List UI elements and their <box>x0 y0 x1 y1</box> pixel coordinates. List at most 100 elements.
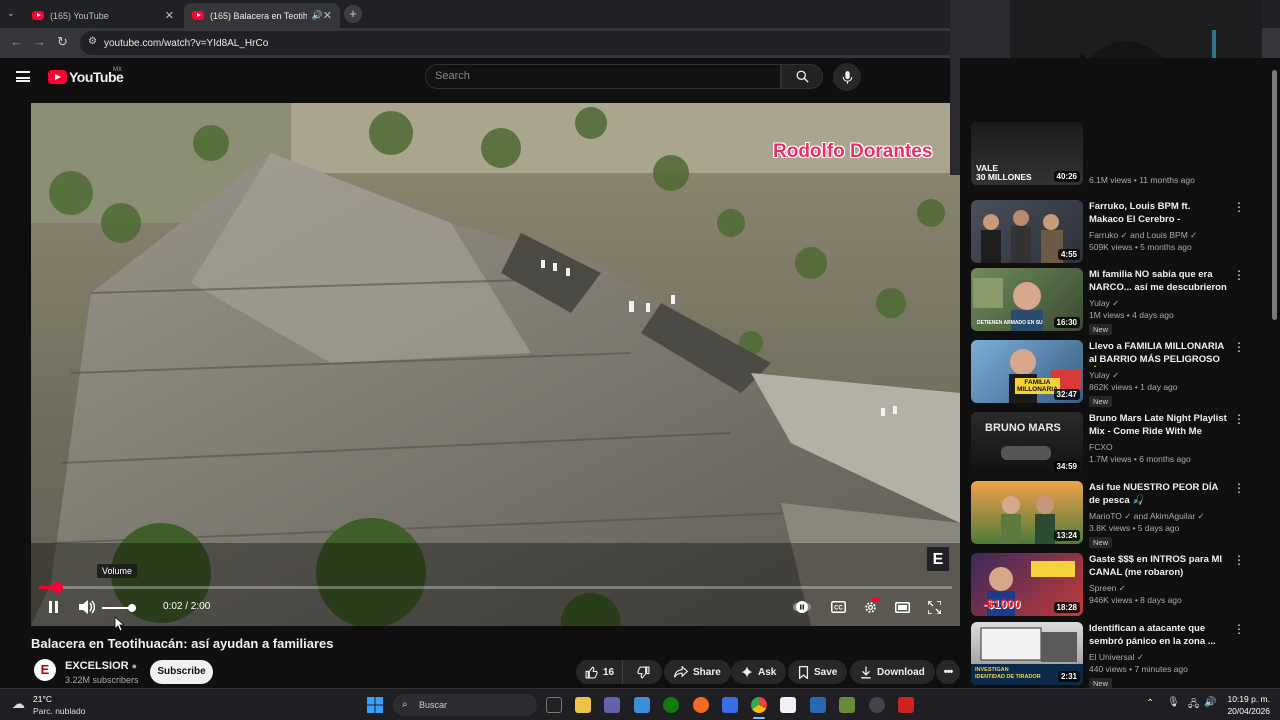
recommendation-item[interactable]: 4:55 Farruko, Louis BPM ft. Makaco El Ce… <box>971 200 1271 266</box>
recommendation-item[interactable]: 13:24 Así fue NUESTRO PEOR DÍA de pesca … <box>971 481 1271 548</box>
subscriber-count: 3.22M subscribers <box>65 675 139 685</box>
video-thumbnail[interactable]: DETIENEN ARMADO EN SU 16:30 <box>971 268 1083 331</box>
app-icon[interactable] <box>869 697 885 713</box>
channel-name[interactable]: FCXO <box>1089 442 1113 452</box>
chrome-icon[interactable] <box>751 697 767 713</box>
reload-icon[interactable]: ↻ <box>57 34 68 50</box>
video-thumbnail[interactable]: INVESTIGAN IDENTIDAD DE TIRADOR 2:31 <box>971 622 1083 685</box>
microphone-icon[interactable]: 🎙 <box>1167 697 1180 708</box>
weather-cloud-icon: ☁ <box>12 696 25 711</box>
file-explorer-icon[interactable] <box>575 697 591 713</box>
photos-icon[interactable] <box>634 697 650 713</box>
more-vertical-icon[interactable]: ⋮ <box>1233 413 1245 425</box>
tab-search-icon[interactable]: ⌄ <box>7 8 15 19</box>
subtitles-button[interactable]: CC <box>830 600 847 614</box>
channel-name[interactable]: MarioTO ✓ and AkimAguilar ✓ <box>1089 511 1205 522</box>
channel-avatar[interactable]: E <box>34 659 56 681</box>
more-actions-button[interactable]: ••• <box>936 660 960 684</box>
theater-mode-button[interactable] <box>894 600 911 614</box>
new-tab-button[interactable]: + <box>344 5 362 23</box>
channel-name[interactable]: Yulay ✓ <box>1089 298 1119 309</box>
more-vertical-icon[interactable]: ⋮ <box>1233 482 1245 494</box>
more-vertical-icon[interactable]: ⋮ <box>1233 623 1245 635</box>
site-info-icon[interactable]: ⚙ <box>88 36 97 47</box>
save-button[interactable]: Save <box>788 660 848 684</box>
dislike-button[interactable] <box>628 666 659 679</box>
windows-start-icon[interactable] <box>367 697 383 713</box>
app-icon[interactable] <box>722 697 738 713</box>
tab-current-video[interactable]: (165) Balacera en Teotihuac 🔊 ✕ <box>184 3 340 28</box>
recommendation-item[interactable]: INVESTIGAN IDENTIDAD DE TIRADOR 2:31 Ide… <box>971 622 1271 688</box>
teams-icon[interactable] <box>604 697 620 713</box>
channel-name[interactable]: El Universal ✓ <box>1089 652 1144 663</box>
system-clock[interactable]: 10:19 p. m. 20/04/2026 <box>1222 693 1270 717</box>
sidebar-scrollbar[interactable] <box>1272 70 1277 320</box>
ask-button[interactable]: Ask <box>731 660 787 684</box>
close-tab-icon[interactable]: ✕ <box>165 9 174 22</box>
recommendation-item[interactable]: BRUNO MARS 34:59 Bruno Mars Late Night P… <box>971 412 1271 478</box>
clock-time: 10:19 p. m. <box>1227 694 1270 704</box>
recommendation-item[interactable]: VALE 30 MILLONES 40:26 6.1M views • 11 m… <box>971 122 1271 188</box>
video-thumbnail[interactable]: -$1000 18:28 <box>971 553 1083 616</box>
more-vertical-icon[interactable]: ⋮ <box>1233 341 1245 353</box>
speaker-icon[interactable]: 🔊 <box>312 10 323 21</box>
close-tab-icon[interactable]: ✕ <box>323 9 332 22</box>
epic-games-icon[interactable] <box>546 697 562 713</box>
download-button[interactable]: Download <box>850 660 935 684</box>
channel-name[interactable]: Yulay ✓ <box>1089 370 1119 381</box>
youtube-logo[interactable]: YouTube MX <box>48 67 124 85</box>
forward-icon[interactable]: → <box>33 34 46 49</box>
new-badge: New <box>1089 678 1113 688</box>
settings-button[interactable] <box>862 597 880 615</box>
video-thumbnail[interactable]: 4:55 <box>971 200 1083 263</box>
mouse-cursor-icon <box>114 617 124 632</box>
volume-slider-knob[interactable] <box>128 604 136 612</box>
more-vertical-icon[interactable]: ⋮ <box>1233 269 1245 281</box>
menu-icon[interactable] <box>16 71 30 82</box>
more-vertical-icon[interactable]: ⋮ <box>1233 554 1245 566</box>
channel-name[interactable]: EXCELSIOR ● <box>65 660 137 672</box>
video-thumbnail[interactable]: BRUNO MARS 34:59 <box>971 412 1083 475</box>
mute-button[interactable] <box>78 599 96 615</box>
video-thumbnail[interactable]: 13:24 <box>971 481 1083 544</box>
subscribe-button[interactable]: Subscribe <box>150 660 213 684</box>
more-vertical-icon[interactable]: ⋮ <box>1233 201 1245 213</box>
speaker-icon[interactable]: 🔊 <box>1204 697 1216 708</box>
video-thumbnail[interactable]: FAMILIA MILLONARIA 32:47 <box>971 340 1083 403</box>
pause-button[interactable] <box>45 599 61 615</box>
fullscreen-button[interactable] <box>926 600 942 614</box>
address-bar[interactable]: ⚙ youtube.com/watch?v=YId8AL_HrCo <box>80 31 960 55</box>
origin-icon[interactable] <box>693 697 709 713</box>
video-title: Balacera en Teotihuacán: así ayudan a fa… <box>31 636 334 651</box>
recommendation-item[interactable]: DETIENEN ARMADO EN SU 16:30 Mi familia N… <box>971 268 1271 335</box>
back-icon[interactable]: ← <box>10 34 23 49</box>
search-button[interactable] <box>781 64 823 89</box>
tab-youtube-home[interactable]: (165) YouTube ✕ <box>24 3 182 28</box>
bookmark-icon <box>798 665 809 679</box>
channel-name[interactable]: Spreen ✓ <box>1089 583 1126 594</box>
recommendation-item[interactable]: FAMILIA MILLONARIA 32:47 Llevo a FAMILIA… <box>971 340 1271 407</box>
volume-slider[interactable] <box>102 604 136 612</box>
video-player[interactable]: Rodolfo Dorantes E Volume 0:02 / 2:00 CC <box>31 103 960 626</box>
share-button[interactable]: Share <box>664 660 731 684</box>
app-icon[interactable] <box>810 697 826 713</box>
video-thumbnail[interactable]: VALE 30 MILLONES 40:26 <box>971 122 1083 185</box>
recommendation-item[interactable]: -$1000 18:28 Gaste $$$ en INTROS para MI… <box>971 553 1271 619</box>
chevron-up-icon[interactable]: ⌃ <box>1146 698 1154 709</box>
search-input[interactable]: Search <box>425 64 781 89</box>
thumbnail-text: VALE 30 MILLONES <box>976 163 1032 182</box>
progress-bar[interactable] <box>39 582 952 593</box>
xbox-icon[interactable] <box>663 697 679 713</box>
capcut-icon[interactable] <box>780 697 796 713</box>
channel-name[interactable]: Farruko ✓ and Louis BPM ✓ <box>1089 230 1197 241</box>
autoplay-toggle[interactable] <box>793 600 811 614</box>
voice-search-button[interactable] <box>833 63 861 91</box>
windows-taskbar: ☁ 21°C Parc. nublado ⌕ Buscar ⌃ 🎙 🖧 🔊 10… <box>0 688 1280 720</box>
like-button[interactable]: 16 <box>576 660 624 684</box>
minecraft-icon[interactable] <box>839 697 855 713</box>
taskbar-search[interactable]: ⌕ Buscar <box>393 694 537 716</box>
app-icon[interactable] <box>898 697 914 713</box>
video-meta: 1.7M views • 6 months ago <box>1089 454 1191 464</box>
video-meta: 862K views • 1 day ago <box>1089 382 1178 392</box>
network-icon[interactable]: 🖧 <box>1188 697 1199 714</box>
